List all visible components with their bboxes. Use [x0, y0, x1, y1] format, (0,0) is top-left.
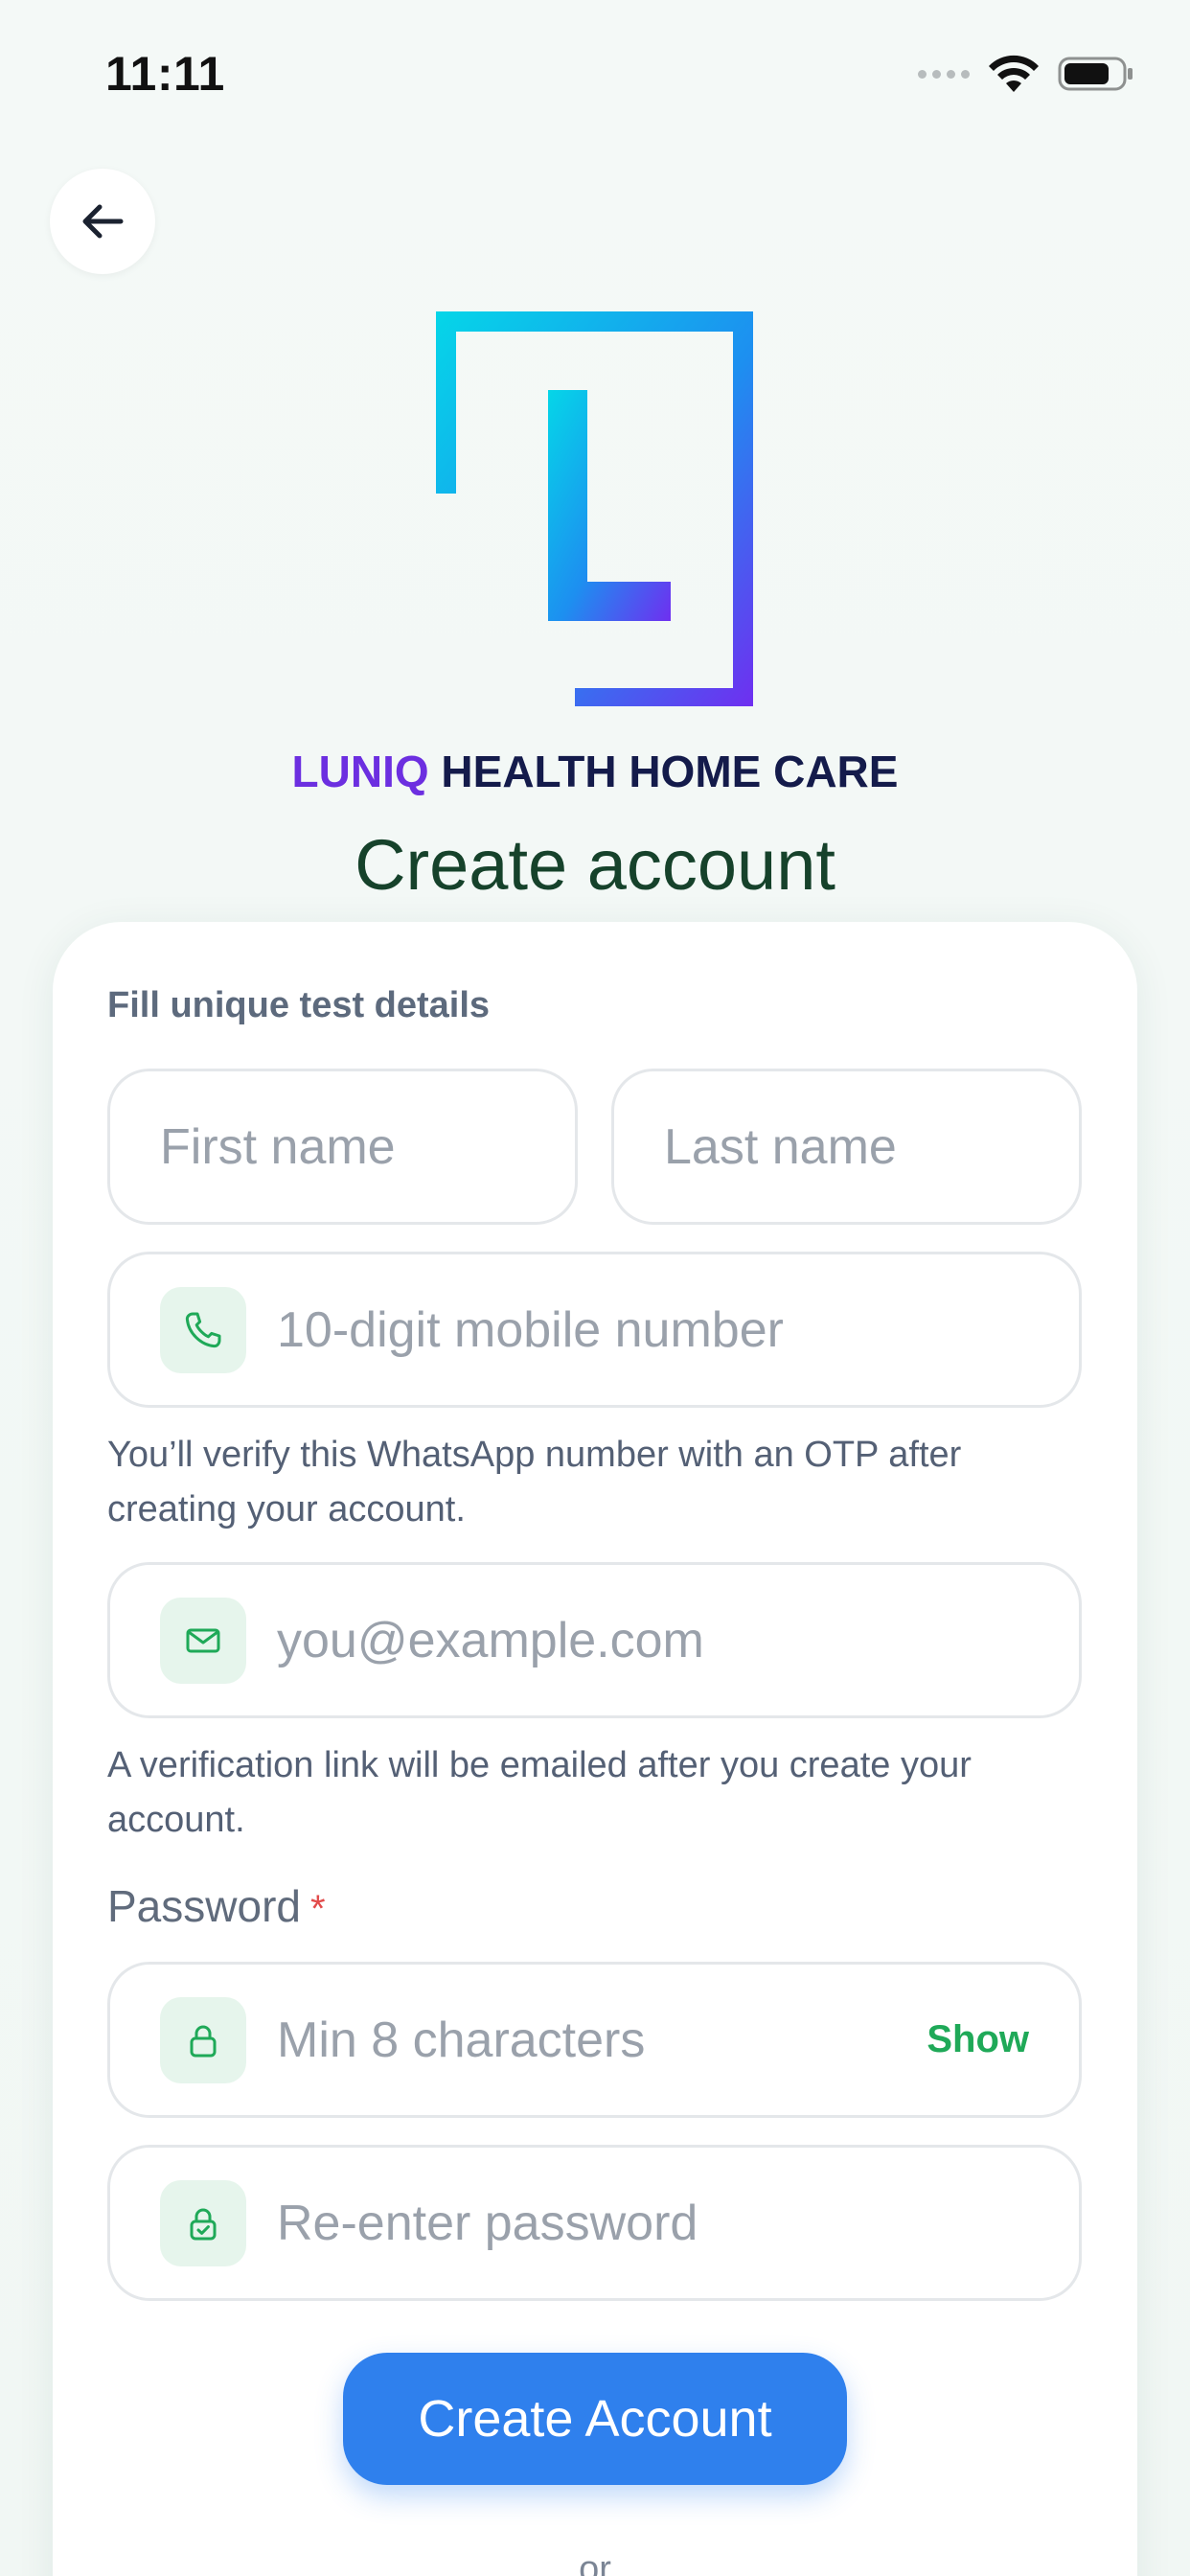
- phone-icon-box: [160, 1286, 246, 1373]
- brand-name-part1: LUNIQ: [291, 747, 429, 796]
- or-divider-text: or: [579, 2549, 611, 2576]
- page-title: Create account: [355, 825, 835, 905]
- email-field[interactable]: [107, 1562, 1082, 1718]
- create-account-screen: 11:11 LUNIQ HEALTH HOME CARE Create acco…: [0, 0, 1190, 2576]
- password-field[interactable]: Show: [107, 1962, 1082, 2118]
- luniq-logo: [436, 311, 753, 706]
- first-name-input[interactable]: [160, 1117, 575, 1176]
- mail-icon-box: [160, 1597, 246, 1684]
- show-password-toggle[interactable]: Show: [927, 2018, 1029, 2061]
- last-name-input[interactable]: [664, 1117, 1079, 1176]
- phone-input[interactable]: [277, 1300, 1079, 1359]
- status-icons: [918, 54, 1134, 94]
- phone-icon: [185, 1312, 221, 1347]
- brand-name-part2: HEALTH HOME CARE: [428, 747, 899, 796]
- arrow-left-icon: [82, 204, 124, 239]
- password-label: Password *: [107, 1880, 326, 1932]
- email-hint: A verification link will be emailed afte…: [107, 1745, 972, 1840]
- status-bar: 11:11: [0, 0, 1190, 144]
- lock-check-icon-box: [160, 2179, 246, 2266]
- cellular-signal-icon: [918, 69, 970, 79]
- last-name-field[interactable]: [611, 1069, 1082, 1225]
- lock-check-icon: [190, 2208, 217, 2240]
- status-time: 11:11: [105, 47, 225, 101]
- confirm-password-field[interactable]: [107, 2145, 1082, 2301]
- brand-name: LUNIQ HEALTH HOME CARE: [0, 746, 1190, 797]
- first-name-field[interactable]: [107, 1069, 578, 1225]
- email-input[interactable]: [277, 1611, 1079, 1669]
- password-label-text: Password: [107, 1881, 301, 1931]
- phone-hint: You’ll verify this WhatsApp number with …: [107, 1435, 962, 1530]
- phone-field[interactable]: [107, 1252, 1082, 1408]
- lock-icon-box: [160, 1996, 246, 2083]
- create-account-button[interactable]: Create Account: [343, 2353, 847, 2485]
- required-asterisk: *: [309, 1888, 326, 1930]
- battery-icon: [1058, 57, 1133, 91]
- wifi-icon: [989, 55, 1039, 92]
- section-label: Fill unique test details: [107, 985, 491, 1025]
- password-input[interactable]: [277, 2011, 908, 2069]
- back-button[interactable]: [50, 169, 155, 274]
- mail-icon: [186, 1628, 220, 1652]
- confirm-password-input[interactable]: [277, 2194, 1079, 2252]
- lock-icon: [190, 2025, 217, 2057]
